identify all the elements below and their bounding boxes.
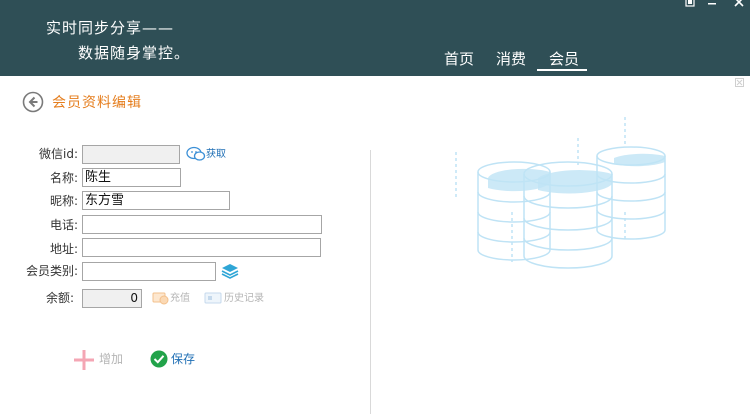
fetch-wechat-button[interactable]: 获取 bbox=[186, 146, 228, 162]
wechat-id-field[interactable] bbox=[82, 145, 180, 164]
address-field[interactable] bbox=[82, 238, 321, 257]
layers-icon[interactable] bbox=[221, 262, 239, 280]
nav-home[interactable]: 首页 bbox=[444, 49, 474, 69]
save-button[interactable]: 保存 bbox=[150, 348, 200, 370]
panel-close-icon[interactable] bbox=[735, 78, 744, 90]
recharge-button[interactable]: 充值 bbox=[152, 290, 194, 306]
app-header: 实时同步分享—— 数据随身掌控。 首页 消费 会员 bbox=[0, 0, 750, 76]
recharge-label: 充值 bbox=[170, 293, 190, 304]
nav-active-indicator bbox=[537, 69, 587, 71]
balance-label: 余额: bbox=[45, 291, 74, 305]
member-category-select[interactable] bbox=[82, 262, 216, 281]
balance-field: 0 bbox=[82, 289, 142, 308]
phone-label: 电话: bbox=[49, 218, 78, 232]
back-arrow-circle-icon[interactable] bbox=[22, 91, 44, 113]
name-field[interactable]: 陈生 bbox=[82, 168, 181, 187]
name-label: 名称: bbox=[49, 171, 78, 185]
check-circle-icon bbox=[150, 350, 168, 375]
add-button[interactable]: 增加 bbox=[73, 348, 129, 370]
history-button[interactable]: 历史记录 bbox=[204, 290, 266, 306]
phone-field[interactable] bbox=[82, 215, 322, 234]
slogan-line-2: 数据随身掌控。 bbox=[78, 44, 191, 62]
history-icon bbox=[204, 291, 222, 309]
nickname-field[interactable]: 东方雪 bbox=[82, 191, 230, 210]
database-illustration bbox=[448, 112, 670, 272]
add-label: 增加 bbox=[99, 352, 124, 366]
nav-consumption[interactable]: 消费 bbox=[496, 49, 526, 69]
nickname-label: 昵称: bbox=[49, 194, 78, 208]
fetch-label: 获取 bbox=[206, 149, 226, 160]
close-window-icon[interactable] bbox=[732, 0, 746, 9]
history-label: 历史记录 bbox=[224, 293, 264, 304]
member-category-label: 会员类别: bbox=[25, 264, 78, 278]
restore-window-icon[interactable] bbox=[683, 0, 697, 9]
slogan-line-1: 实时同步分享—— bbox=[46, 19, 175, 37]
nav-member[interactable]: 会员 bbox=[549, 49, 579, 69]
page-title: 会员资料编辑 bbox=[52, 95, 142, 111]
minimize-window-icon[interactable] bbox=[705, 0, 719, 9]
save-label: 保存 bbox=[171, 352, 196, 366]
plus-icon bbox=[73, 349, 95, 378]
vertical-divider bbox=[370, 150, 371, 414]
address-label: 地址: bbox=[49, 242, 78, 256]
wechat-id-label: 微信id: bbox=[39, 147, 78, 161]
wechat-icon bbox=[186, 146, 206, 166]
recharge-icon bbox=[152, 290, 170, 310]
